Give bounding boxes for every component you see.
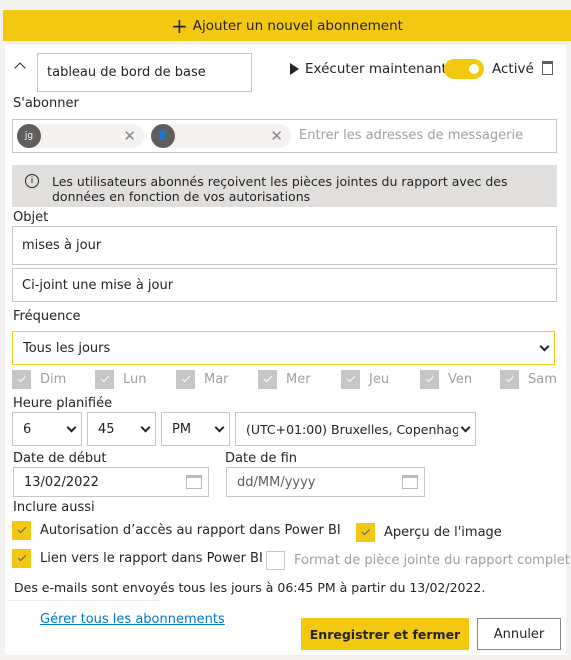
end-date-input[interactable]: dd/MM/yyyy: [226, 467, 425, 497]
option-image-preview[interactable]: Aperçu de l'image: [356, 523, 502, 542]
checkbox[interactable]: [12, 521, 31, 540]
start-date-label: Date de début: [13, 451, 107, 466]
info-banner: i Les utilisateurs abonnés reçoivent les…: [12, 165, 557, 207]
schedule-summary: Des e-mails sont envoyés tous les jours …: [14, 580, 486, 595]
add-subscription-button[interactable]: + Ajouter un nouvel abonnement: [3, 10, 571, 41]
include-label: Inclure aussi: [13, 500, 95, 515]
plus-icon: +: [171, 13, 188, 38]
timezone-select[interactable]: (UTC+01:00) Bruxelles, Copenhague: [235, 412, 476, 446]
day-checkbox-ven[interactable]: Ven: [420, 370, 472, 389]
enabled-toggle[interactable]: [444, 59, 484, 79]
remove-recipient-icon[interactable]: ✕: [270, 127, 283, 145]
minute-select[interactable]: 45: [87, 412, 156, 446]
day-checkbox-jeu[interactable]: Jeu: [341, 370, 389, 389]
chevron-down-icon: [140, 422, 151, 432]
person-avatar-icon: 👤: [151, 124, 175, 148]
checkbox[interactable]: [266, 551, 285, 570]
manage-subscriptions-link[interactable]: Gérer tous les abonnements: [40, 612, 225, 627]
chevron-down-icon: [66, 422, 77, 432]
save-close-button[interactable]: Enregistrer et fermer: [301, 618, 469, 650]
cancel-button[interactable]: Annuler: [477, 618, 561, 650]
recipient-chip: 👤 ✕: [151, 124, 291, 148]
day-checkbox-dim[interactable]: Dim: [12, 370, 66, 389]
end-date-label: Date de fin: [225, 451, 298, 466]
calendar-icon[interactable]: [402, 475, 418, 489]
chevron-down-icon: [539, 341, 550, 351]
run-now-button[interactable]: Exécuter maintenant: [290, 61, 447, 77]
time-label: Heure planifiée: [13, 396, 113, 411]
frequency-label: Fréquence: [13, 309, 81, 324]
checkbox[interactable]: [176, 370, 195, 389]
start-date-input[interactable]: 13/02/2022: [13, 467, 209, 497]
remove-recipient-icon[interactable]: ✕: [123, 127, 136, 145]
recipients-field[interactable]: jg ✕ 👤 ✕ Entrer les adresses de messager…: [12, 119, 557, 153]
subject-input[interactable]: mises à jour: [12, 226, 557, 265]
checkbox[interactable]: [12, 370, 31, 389]
subject-label: Objet: [13, 210, 49, 225]
avatar: jg: [17, 124, 41, 148]
option-report-link[interactable]: Lien vers le rapport dans Power BI: [12, 549, 263, 568]
checkbox[interactable]: [258, 370, 277, 389]
subscribe-label: S'abonner: [13, 96, 79, 111]
divider: [8, 600, 161, 601]
checkbox[interactable]: [500, 370, 519, 389]
day-checkbox-lun[interactable]: Lun: [95, 370, 147, 389]
enabled-label: Activé: [492, 61, 534, 77]
subscription-name-input[interactable]: tableau de bord de base: [37, 53, 252, 92]
checkbox[interactable]: [95, 370, 114, 389]
day-checkbox-mer[interactable]: Mer: [258, 370, 311, 389]
email-input[interactable]: Entrer les adresses de messagerie: [299, 128, 523, 143]
day-checkbox-sam[interactable]: Sam: [500, 370, 557, 389]
recipient-chip: jg ✕: [17, 124, 144, 148]
hour-select[interactable]: 6: [12, 412, 82, 446]
checkbox[interactable]: [420, 370, 439, 389]
chevron-down-icon: [214, 422, 225, 432]
checkbox[interactable]: [341, 370, 360, 389]
play-icon: [290, 63, 299, 75]
info-icon: i: [25, 174, 39, 188]
ampm-select[interactable]: PM: [161, 412, 230, 446]
message-input[interactable]: Ci-joint une mise à jour: [12, 268, 557, 302]
frequency-select[interactable]: Tous les jours: [12, 331, 555, 365]
calendar-icon[interactable]: [186, 475, 202, 489]
chevron-down-icon: [460, 422, 471, 432]
checkbox[interactable]: [12, 549, 31, 568]
checkbox[interactable]: [356, 523, 375, 542]
option-full-attachment[interactable]: Format de pièce jointe du rapport comple…: [266, 551, 570, 570]
trash-icon[interactable]: [542, 61, 553, 75]
day-checkbox-mar[interactable]: Mar: [176, 370, 229, 389]
option-report-access[interactable]: Autorisation d’accès au rapport dans Pow…: [12, 521, 341, 540]
